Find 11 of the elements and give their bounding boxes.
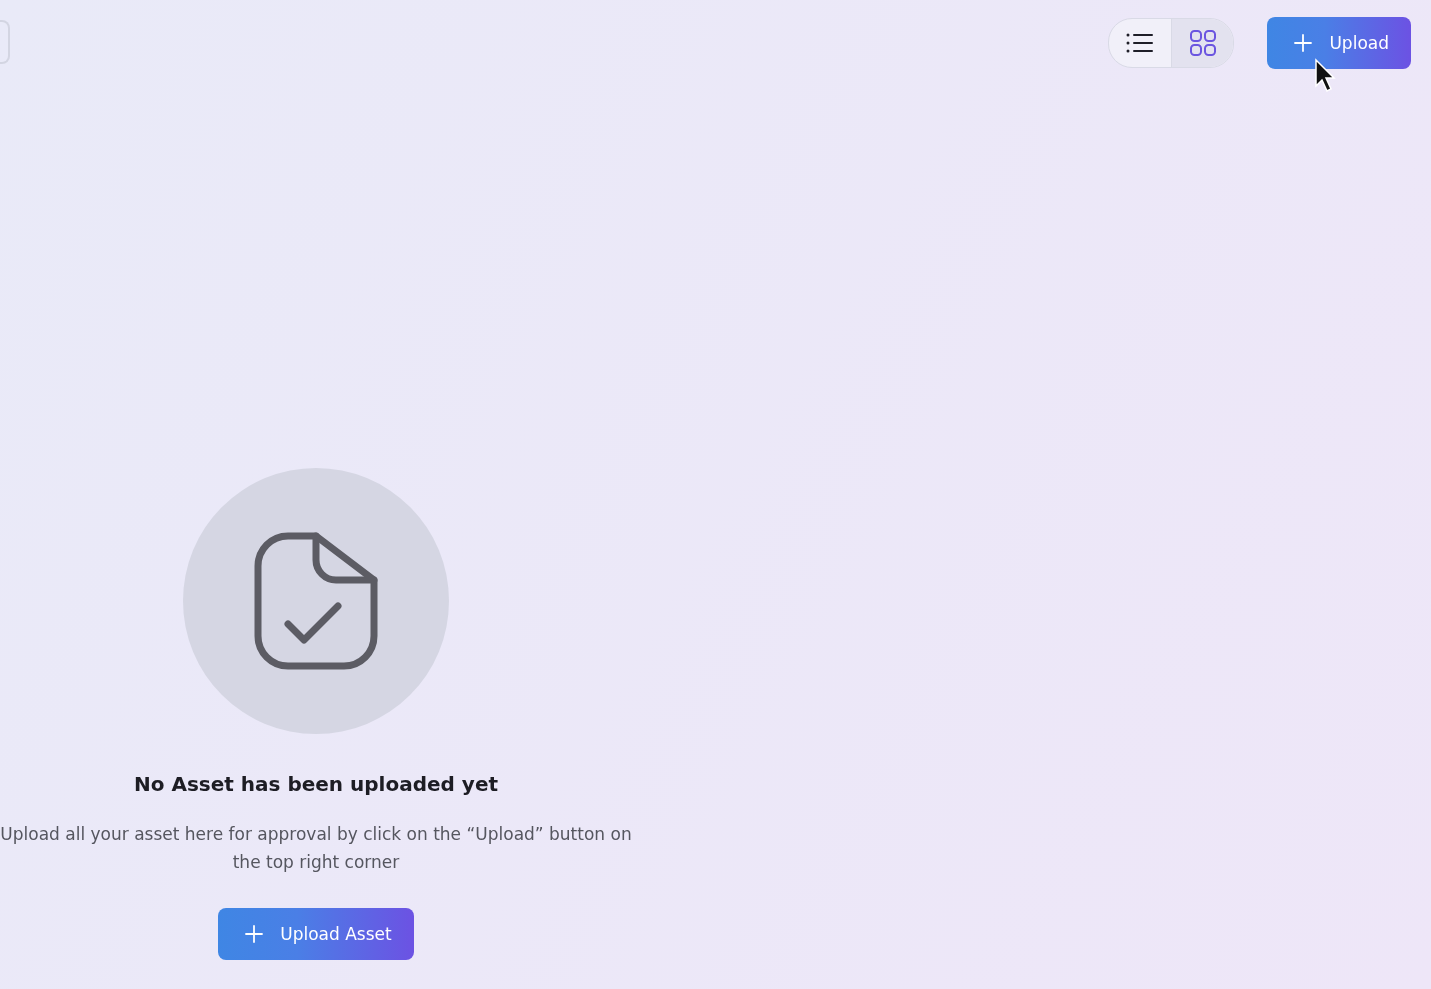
grid-icon xyxy=(1188,29,1217,57)
empty-state-message: Upload all your asset here for approval by click on the “Upload” button on the top right corner xyxy=(0,823,632,874)
document-check-icon xyxy=(254,532,378,670)
empty-state-title: No Asset has been uploaded yet xyxy=(133,772,498,796)
upload-button[interactable]: Upload xyxy=(1267,17,1411,69)
upload-button[interactable]: Upload Asset xyxy=(218,908,414,960)
plus-icon xyxy=(244,924,265,944)
list-icon xyxy=(1126,32,1155,54)
cursor-icon xyxy=(1314,58,1336,94)
plus-icon xyxy=(1293,33,1314,53)
grid-view-tab[interactable] xyxy=(1171,19,1234,67)
